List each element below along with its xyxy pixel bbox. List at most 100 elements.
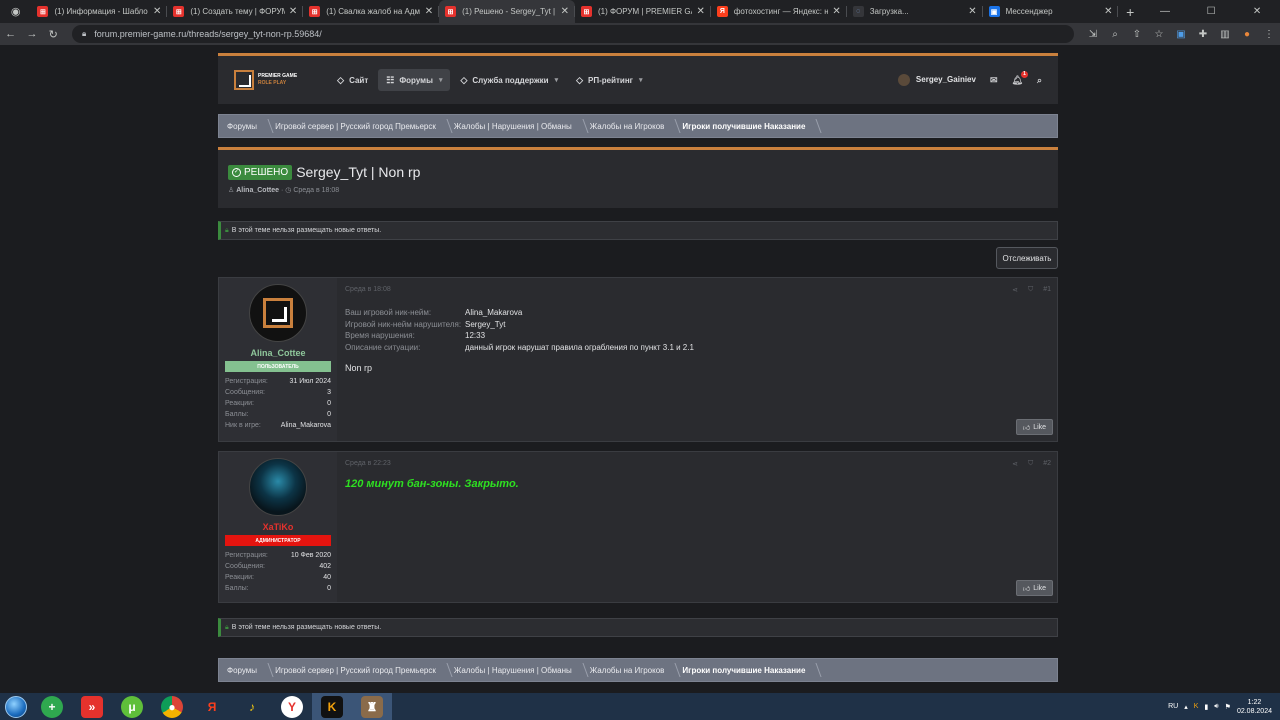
close-icon[interactable]: ✕ [153,6,161,17]
taskbar: + » μ ● Я ♪ Y K ♜ RU ▴ K ▮ 🔊︎ ⚑ 1:22 02.0… [0,693,1280,720]
browser-tab[interactable]: ⊞ (1) ФОРУМ | PREMIER GAM ✕ [575,0,711,23]
install-icon[interactable]: ⇲ [1082,29,1104,40]
share-icon[interactable]: ⋖ [1012,460,1018,468]
nav-support[interactable]: ◇ Служба поддержки ▾ [452,69,566,91]
taskbar-app[interactable]: μ [112,693,152,720]
close-icon[interactable]: ✕ [832,6,840,17]
user-role-banner: АДМИНИСТРАТОР [225,535,331,546]
chrome-menu-icon[interactable]: ◉ [0,0,31,23]
breadcrumb-item[interactable]: Форумы [227,666,271,675]
extension-icon[interactable]: ▣ [1170,29,1192,40]
close-icon[interactable]: ✕ [696,6,704,17]
maximize-icon[interactable]: ☐ [1188,6,1234,17]
breadcrumb-item[interactable]: Жалобы | Нарушения | Обманы [454,122,586,131]
menu-dots-icon[interactable]: ⋮ [1258,29,1280,40]
forward-icon[interactable]: → [21,28,42,40]
like-button[interactable]: 👍︎ Like [1016,580,1053,596]
new-tab-button[interactable]: + [1118,4,1142,20]
post-number[interactable]: #2 [1043,460,1051,468]
nav-forums[interactable]: ☷ Форумы ▾ [378,69,451,91]
taskbar-app[interactable]: ♜ [352,693,392,720]
bookmark-icon[interactable]: ⛉ [1028,286,1033,294]
search-icon[interactable]: ⌕ [1037,75,1042,86]
nav-rp-rating[interactable]: ◇ РП-рейтинг ▾ [568,69,650,91]
breadcrumb-item[interactable]: Игровой сервер | Русский город Премьерск [275,666,450,675]
browser-tab[interactable]: ▣ Мессенджер ✕ [983,0,1119,23]
taskbar-app[interactable]: ● [152,693,192,720]
close-icon[interactable]: ✕ [561,6,569,17]
site-logo[interactable]: PREMIER GAME ROLE PLAY [234,70,297,90]
breadcrumb-item[interactable]: Жалобы | Нарушения | Обманы [454,666,586,675]
like-button[interactable]: 👍︎ Like [1016,419,1053,435]
thread-date[interactable]: Среда в 18:08 [293,187,339,194]
utorrent-icon: μ [121,695,143,718]
tray-up-icon[interactable]: ▴ [1184,703,1188,711]
lock-icon[interactable]: 🔒︎ [82,29,86,39]
post-username[interactable]: Alina_Cottee [250,348,305,358]
language-indicator[interactable]: RU [1168,703,1178,710]
browser-tab[interactable]: ⊞ (1) Свалка жалоб на Адм ✕ [303,0,439,23]
bookmark-icon[interactable]: ⛉ [1028,460,1033,468]
browser-tab[interactable]: ◌ Загрузка... ✕ [847,0,983,23]
back-icon[interactable]: ← [0,28,21,40]
locked-notice: 🔒︎ В этой теме нельзя размещать новые отв… [218,618,1058,637]
close-icon[interactable]: ✕ [968,6,976,17]
taskbar-app[interactable]: + [32,693,72,720]
network-icon[interactable]: ▮ [1204,703,1208,711]
close-icon[interactable]: ✕ [289,6,297,17]
minimize-icon[interactable]: — [1142,6,1188,17]
reload-icon[interactable]: ↻ [43,28,64,41]
taskbar-app[interactable]: K [312,693,352,720]
follow-button[interactable]: Отслеживать [996,247,1058,269]
inbox-icon[interactable]: ✉ [990,75,998,86]
breadcrumb-item[interactable]: Жалобы на Игроков [590,666,679,675]
browser-tab[interactable]: ⊞ (1) Создать тему | ФОРУМ ✕ [167,0,304,23]
nav-label: Форумы [399,75,433,85]
breadcrumb-item[interactable]: Игровой сервер | Русский город Премьерск [275,122,450,131]
browser-tab[interactable]: Яфотохостинг — Яндекс: на ✕ [711,0,847,23]
stat-row: Реакции: 0 [225,398,331,409]
avatar[interactable] [249,284,307,342]
breadcrumb-item[interactable]: Жалобы на Игроков [590,122,679,131]
account-link[interactable]: Sergey_Gainiev [897,74,976,86]
close-icon[interactable]: ✕ [1104,6,1112,17]
thread-author[interactable]: Alina_Cottee [236,187,279,194]
chevron-down-icon[interactable]: ▾ [439,76,443,84]
puzzle-icon[interactable]: ✚ [1192,29,1214,40]
browser-tab-active[interactable]: ⊞ (1) Решено - Sergey_Tyt | N ✕ [439,0,575,23]
clock[interactable]: 1:22 02.08.2024 [1237,698,1272,716]
flag-icon[interactable]: ⚑ [1225,703,1231,711]
share-icon[interactable]: ⇧ [1126,29,1148,40]
taskbar-app[interactable]: Y [272,693,312,720]
post-date[interactable]: Среда в 22:23 [345,460,1049,467]
breadcrumb-item[interactable]: Игроки получившие Наказание [682,666,819,675]
sidepanel-icon[interactable]: ▥ [1214,29,1236,40]
close-icon[interactable]: ✕ [425,6,433,17]
share-icon[interactable]: ⋖ [1012,286,1018,294]
tab-title: Мессенджер [1005,7,1053,16]
taskbar-app[interactable]: ♪ [232,693,272,720]
post-username[interactable]: XaTiKo [263,522,294,532]
volume-icon[interactable]: 🔊︎ [1214,703,1218,711]
url-field[interactable]: 🔒︎ forum.premier-game.ru/threads/sergey_… [71,25,1074,43]
chevron-down-icon[interactable]: ▾ [555,76,559,84]
taskbar-app[interactable]: Я [192,693,232,720]
zoom-icon[interactable]: ⌕ [1104,29,1126,40]
start-button[interactable] [0,693,32,720]
browser-tab[interactable]: ⊞ (1) Информация - Шабло ✕ [31,0,168,23]
anydesk-icon: » [81,695,103,718]
post-number[interactable]: #1 [1043,286,1051,294]
chevron-down-icon[interactable]: ▾ [639,76,643,84]
post-date[interactable]: Среда в 18:08 [345,286,1049,293]
bookmark-star-icon[interactable]: ☆ [1148,29,1170,40]
nav-site[interactable]: ◇ Сайт [329,69,376,91]
avatar[interactable] [249,458,307,516]
breadcrumb-item[interactable]: Форумы [227,122,271,131]
bell-icon[interactable]: 🔔︎ 1 [1012,70,1028,86]
taskbar-app[interactable]: » [72,693,112,720]
tray-app-icon[interactable]: K [1194,703,1199,710]
profile-avatar-icon[interactable]: ● [1236,29,1258,40]
form-key: Ваш игровой ник-нейм: [345,308,432,317]
breadcrumb-item[interactable]: Игроки получившие Наказание [682,122,819,131]
close-window-icon[interactable]: ✕ [1234,6,1280,17]
